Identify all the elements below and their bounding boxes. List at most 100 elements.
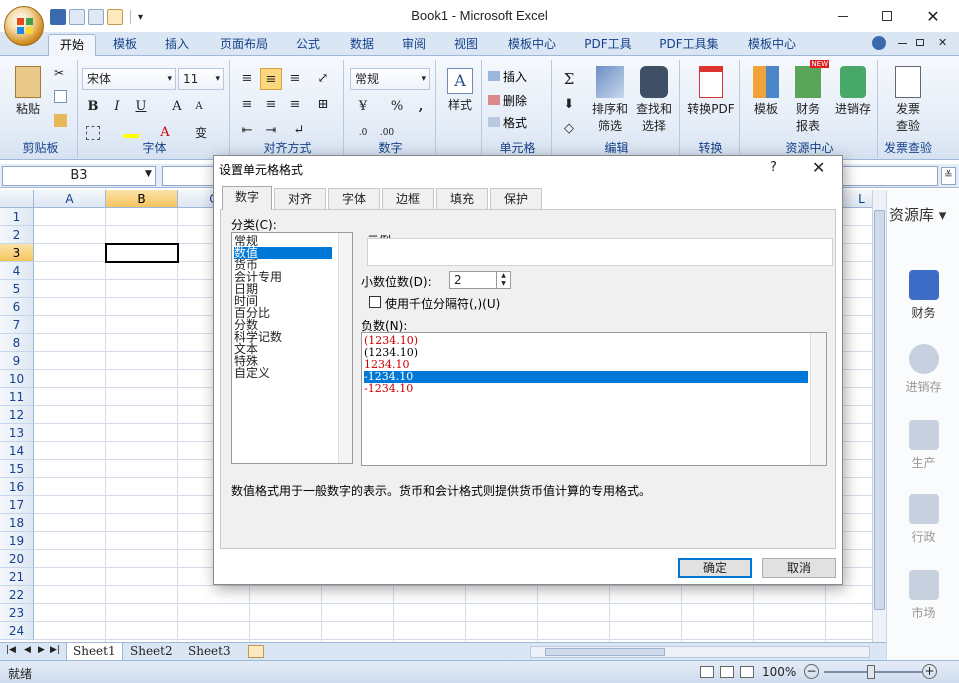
row-header[interactable]: 5 [0,280,34,298]
zoom-slider-thumb[interactable] [867,665,875,679]
rp-item-inventory[interactable]: 进销存 [887,344,959,395]
dtab-number[interactable]: 数字 [222,186,272,210]
category-scrollbar[interactable] [338,233,352,463]
tab-pdf-tools[interactable]: PDF工具 [578,34,638,56]
row-header[interactable]: 17 [0,496,34,514]
finance-report-button[interactable]: NEW 财务 报表 [788,60,829,134]
negative-option[interactable]: -1234.10 [364,383,413,395]
sheet-nav-next-icon[interactable]: ▶ [38,645,45,655]
row-header[interactable]: 9 [0,352,34,370]
zoom-in-icon[interactable]: + [922,664,937,679]
negative-scrollbar[interactable] [810,333,826,465]
dialog-close-button[interactable]: ✕ [812,158,825,177]
sheet-tab-2[interactable]: Sheet2 [124,643,179,661]
tab-formulas[interactable]: 公式 [286,34,330,56]
tab-review[interactable]: 审阅 [394,34,434,56]
row-header[interactable]: 6 [0,298,34,316]
row-header[interactable]: 24 [0,622,34,640]
name-box[interactable]: B3 [2,166,156,186]
ok-button[interactable]: 确定 [678,558,752,578]
cancel-button[interactable]: 取消 [762,558,836,578]
zoom-level[interactable]: 100% [762,665,796,679]
row-header[interactable]: 2 [0,226,34,244]
sheet-tab-3[interactable]: Sheet3 [182,643,237,661]
align-right-icon[interactable]: ≡ [284,94,306,116]
tab-page-layout[interactable]: 页面布局 [212,34,276,56]
row-header[interactable]: 10 [0,370,34,388]
orientation-icon[interactable]: ⤢ [312,68,334,90]
row-header[interactable]: 8 [0,334,34,352]
new-sheet-icon[interactable] [248,645,264,658]
dialog-help-button[interactable]: ? [770,160,777,175]
row-header[interactable]: 1 [0,208,34,226]
row-header[interactable]: 18 [0,514,34,532]
row-header[interactable]: 20 [0,550,34,568]
negative-numbers-listbox[interactable]: (1234.10) (1234.10) 1234.10 -1234.10 -1234.1… [361,332,827,466]
align-left-icon[interactable]: ≡ [236,94,258,116]
tab-template-center[interactable]: 模板中心 [500,34,564,56]
sheet-tab-1[interactable]: Sheet1 [66,643,123,661]
thousands-separator-checkbox[interactable] [369,296,381,308]
clear-icon[interactable]: ◇ [558,118,580,140]
fill-icon[interactable]: ⬇ [558,94,580,116]
row-header[interactable]: 7 [0,316,34,334]
row-header[interactable]: 15 [0,460,34,478]
maximize-button[interactable] [864,0,910,32]
column-header[interactable]: A [34,190,106,208]
dtab-border[interactable]: 边框 [382,188,434,210]
comma-button[interactable]: , [410,96,432,118]
row-header[interactable]: 11 [0,388,34,406]
row-header[interactable]: 21 [0,568,34,586]
negative-option[interactable]: -1234.10 [364,371,808,383]
format-cells-button[interactable]: 格式 [488,114,527,131]
align-bottom-icon[interactable]: ≡ [284,68,306,90]
align-center-icon[interactable]: ≡ [260,94,282,116]
row-header[interactable]: 3 [0,244,34,262]
format-painter-icon[interactable] [54,114,67,127]
currency-icon[interactable]: ¥ [352,96,374,118]
zoom-out-icon[interactable]: − [804,664,819,679]
resource-template-button[interactable]: 模板 [746,66,786,117]
tab-template[interactable]: 模板 [104,34,146,56]
page-break-view-icon[interactable] [740,666,754,678]
merge-center-icon[interactable]: ⊞ [312,94,334,116]
category-listbox[interactable]: 常规 数值 货币 会计专用 日期 时间 百分比 分数 科学记数 文本 特殊 自定义 [231,232,353,464]
rp-item-finance[interactable]: 财务 [887,270,959,321]
h-scroll-thumb[interactable] [545,648,665,656]
category-option[interactable]: 自定义 [234,367,270,379]
autosum-icon[interactable]: Σ [558,68,580,90]
spin-down-icon[interactable]: ▼ [496,280,510,288]
row-header[interactable]: 4 [0,262,34,280]
tab-home[interactable]: 开始 [48,34,96,56]
bold-button[interactable]: B [82,96,104,118]
help-icon[interactable] [872,36,886,50]
zoom-slider[interactable] [824,665,922,679]
spin-up-icon[interactable]: ▲ [496,272,510,280]
horizontal-scrollbar[interactable] [530,646,870,658]
grow-font-icon[interactable]: A [166,96,188,118]
paste-button[interactable]: 粘贴 [8,66,48,117]
resource-library-title[interactable]: 资源库 ▾ [889,204,946,225]
ribbon-restore-icon[interactable] [916,36,930,50]
row-header[interactable]: 13 [0,424,34,442]
row-header[interactable]: 22 [0,586,34,604]
rp-item-market[interactable]: 市场 [887,570,959,621]
sheet-nav-last-icon[interactable]: ▶| [50,645,60,655]
sheet-nav-prev-icon[interactable]: ◀ [24,645,31,655]
office-button[interactable] [4,6,44,46]
tab-template-center-2[interactable]: 模板中心 [740,34,804,56]
rp-item-production[interactable]: 生产 [887,420,959,471]
column-header[interactable]: B [106,190,178,208]
normal-view-icon[interactable] [700,666,714,678]
tab-data[interactable]: 数据 [340,34,384,56]
row-header[interactable]: 14 [0,442,34,460]
italic-button[interactable]: I [106,96,128,118]
row-header[interactable]: 12 [0,406,34,424]
tab-pdf-toolset[interactable]: PDF工具集 [652,34,726,56]
dtab-protection[interactable]: 保护 [490,188,542,210]
shrink-font-icon[interactable]: A [188,96,210,118]
active-cell[interactable] [105,243,179,263]
close-button[interactable]: ✕ [910,0,956,32]
select-all-corner[interactable] [0,190,34,208]
percent-button[interactable]: % [386,96,408,118]
